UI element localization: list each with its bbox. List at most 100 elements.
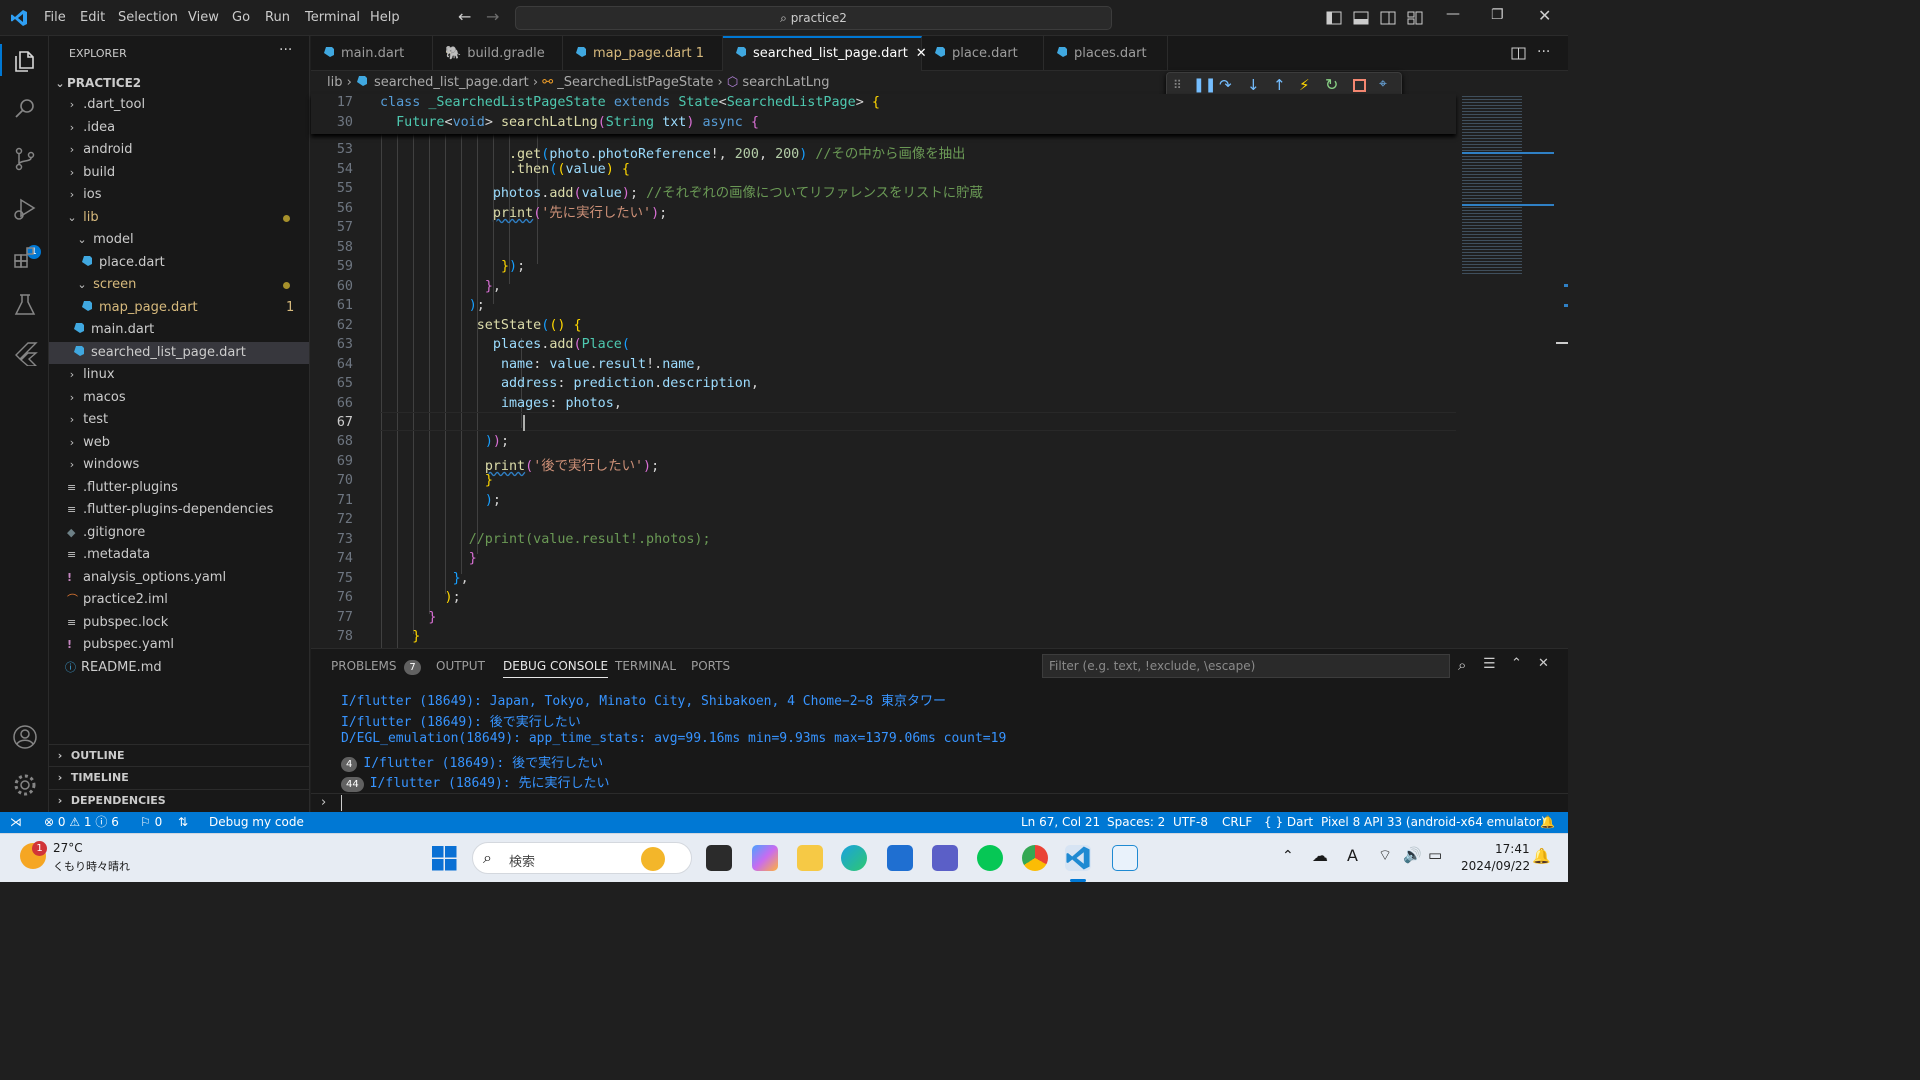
more-actions-icon[interactable]: ···	[279, 42, 292, 58]
file-explorer-icon[interactable]	[797, 845, 823, 871]
tab-terminal[interactable]: TERMINAL	[615, 659, 676, 673]
breadcrumb-file[interactable]: searched_list_page.dart	[374, 75, 529, 90]
split-editor-icon[interactable]	[1511, 46, 1526, 61]
device-status[interactable]: Pixel 8 API 33 (android-x64 emulator)	[1321, 812, 1546, 833]
tree-file-readme[interactable]: ⓘ README.md	[49, 657, 309, 679]
copilot-icon[interactable]	[752, 845, 778, 871]
source-control-icon[interactable]	[12, 146, 38, 172]
step-over-icon[interactable]: ↷	[1219, 76, 1232, 94]
search-sidebar-icon[interactable]	[12, 96, 38, 122]
restart-icon[interactable]: ↻	[1325, 75, 1338, 94]
testing-icon[interactable]	[12, 292, 38, 318]
vscode-taskbar-icon[interactable]	[1065, 845, 1091, 871]
customize-layout-icon[interactable]	[1407, 10, 1423, 26]
edge-icon[interactable]	[841, 845, 867, 871]
menu-go[interactable]: Go	[232, 10, 250, 25]
manage-gear-icon[interactable]	[12, 772, 38, 798]
console-filter-input[interactable]: Filter (e.g. text, !exclude, \escape)	[1042, 654, 1450, 678]
ime-icon[interactable]: A	[1347, 846, 1358, 865]
windows-start-icon[interactable]	[432, 846, 457, 871]
menu-edit[interactable]: Edit	[80, 10, 105, 25]
line-icon[interactable]	[977, 845, 1003, 871]
clock-time[interactable]: 17:41	[1495, 842, 1530, 856]
breadcrumb-class[interactable]: _SearchedListPageState	[557, 75, 713, 90]
tree-file-analysis-options[interactable]: ! analysis_options.yaml	[49, 567, 309, 589]
step-into-icon[interactable]: ↓	[1247, 76, 1260, 94]
notification-center-icon[interactable]: 🔔	[1532, 847, 1551, 865]
tree-file-main-dart[interactable]: main.dart	[49, 319, 309, 341]
remote-icon[interactable]: ⋊	[10, 812, 22, 833]
widget-inspector-icon[interactable]: ⌖	[1379, 76, 1387, 92]
battery-icon[interactable]: ▭	[1428, 846, 1442, 864]
tree-folder-web[interactable]: › web	[49, 432, 309, 454]
debug-mode-status[interactable]: Debug my code	[209, 812, 304, 833]
cursor-position[interactable]: Ln 67, Col 21	[1021, 812, 1100, 833]
tree-file-place-dart[interactable]: place.dart	[49, 252, 309, 274]
tree-folder-macos[interactable]: › macos	[49, 387, 309, 409]
tree-folder-test[interactable]: › test	[49, 409, 309, 431]
wifi-icon[interactable]: ⌔	[1378, 846, 1392, 865]
tree-file-pubspec-yaml[interactable]: ! pubspec.yaml	[49, 634, 309, 656]
teams-icon[interactable]	[932, 845, 958, 871]
task-view-icon[interactable]	[706, 845, 732, 871]
language-status[interactable]: { } Dart	[1264, 812, 1313, 833]
notifications-bell-icon[interactable]: 🔔	[1540, 812, 1555, 833]
tab-map-page-dart[interactable]: map_page.dart 1	[563, 36, 723, 71]
menu-terminal[interactable]: Terminal	[305, 10, 360, 25]
menu-file[interactable]: File	[44, 10, 66, 25]
tree-folder-lib[interactable]: ⌄ lib	[49, 207, 309, 229]
tree-file-flutter-plugins-dependencies[interactable]: ≡ .flutter-plugins-dependencies	[49, 499, 309, 521]
tab-main-dart[interactable]: main.dart	[311, 36, 433, 71]
eol-status[interactable]: CRLF	[1222, 812, 1252, 833]
menu-selection[interactable]: Selection	[118, 10, 178, 25]
code-editor[interactable]: 17 class _SearchedListPageState extends …	[311, 94, 1456, 648]
command-center-search[interactable]: ⌕ practice2	[515, 6, 1112, 30]
volume-icon[interactable]: 🔊	[1403, 846, 1422, 864]
tab-places-dart[interactable]: places.dart	[1044, 36, 1168, 71]
editor-more-actions-icon[interactable]: ···	[1537, 44, 1550, 60]
step-out-icon[interactable]: ↑	[1273, 76, 1286, 94]
minimize-icon[interactable]: —	[1446, 6, 1460, 22]
store-icon[interactable]	[887, 845, 913, 871]
tab-problems[interactable]: PROBLEMS 7	[331, 659, 427, 675]
tree-file-map-page-dart[interactable]: map_page.dart 1	[49, 297, 309, 319]
problems-status[interactable]: ⊗ 0 ⚠ 1 ⓘ 6	[44, 812, 119, 833]
run-debug-icon[interactable]	[12, 196, 38, 222]
close-window-icon[interactable]: ✕	[1538, 6, 1551, 25]
toggle-primary-sidebar-icon[interactable]	[1326, 10, 1342, 26]
breadcrumb-method[interactable]: searchLatLng	[742, 75, 829, 90]
drag-handle-icon[interactable]: ⠿	[1173, 78, 1182, 92]
tab-searched-list-page-dart[interactable]: searched_list_page.dart ✕	[723, 36, 927, 71]
tree-folder-linux[interactable]: › linux	[49, 364, 309, 386]
tree-file-flutter-plugins[interactable]: ≡ .flutter-plugins	[49, 477, 309, 499]
tree-folder-windows[interactable]: › windows	[49, 454, 309, 476]
menu-help[interactable]: Help	[370, 10, 400, 25]
find-icon[interactable]: ⌕	[1458, 656, 1466, 674]
ports-status[interactable]: ⚐ 0	[140, 812, 162, 833]
tree-folder-model[interactable]: ⌄ model	[49, 229, 309, 251]
accounts-icon[interactable]	[12, 724, 38, 750]
emulator-icon[interactable]	[1112, 845, 1138, 871]
tab-debug-console[interactable]: DEBUG CONSOLE	[503, 659, 609, 678]
tree-folder-android[interactable]: › android	[49, 139, 309, 161]
tree-folder-dart-tool[interactable]: › .dart_tool	[49, 94, 309, 116]
tree-folder-idea[interactable]: › .idea	[49, 117, 309, 139]
tree-file-gitignore[interactable]: ◆ .gitignore	[49, 522, 309, 544]
breadcrumb-lib[interactable]: lib	[327, 75, 342, 90]
close-panel-icon[interactable]: ✕	[1538, 656, 1549, 671]
tree-folder-screen[interactable]: ⌄ screen	[49, 274, 309, 296]
clock-date[interactable]: 2024/09/22	[1461, 859, 1530, 873]
tree-folder-ios[interactable]: › ios	[49, 184, 309, 206]
stop-icon[interactable]	[1353, 79, 1366, 92]
clear-console-icon[interactable]: ☰	[1483, 656, 1496, 672]
tray-overflow-icon[interactable]: ⌃	[1282, 848, 1294, 864]
console-repl-input[interactable]	[341, 795, 1551, 811]
tree-file-pubspec-lock[interactable]: ≡ pubspec.lock	[49, 612, 309, 634]
pause-icon[interactable]: ❚❚	[1193, 77, 1216, 93]
onedrive-icon[interactable]: ☁	[1312, 846, 1328, 865]
tree-file-practice2-iml[interactable]: ⌒ practice2.iml	[49, 589, 309, 611]
restore-icon[interactable]: ❐	[1491, 7, 1504, 23]
taskbar-search[interactable]: ⌕ 検索	[472, 842, 692, 874]
workspace-root[interactable]: ⌄ PRACTICE2	[49, 72, 309, 94]
tree-file-searched-list-page-dart[interactable]: searched_list_page.dart	[49, 342, 309, 364]
